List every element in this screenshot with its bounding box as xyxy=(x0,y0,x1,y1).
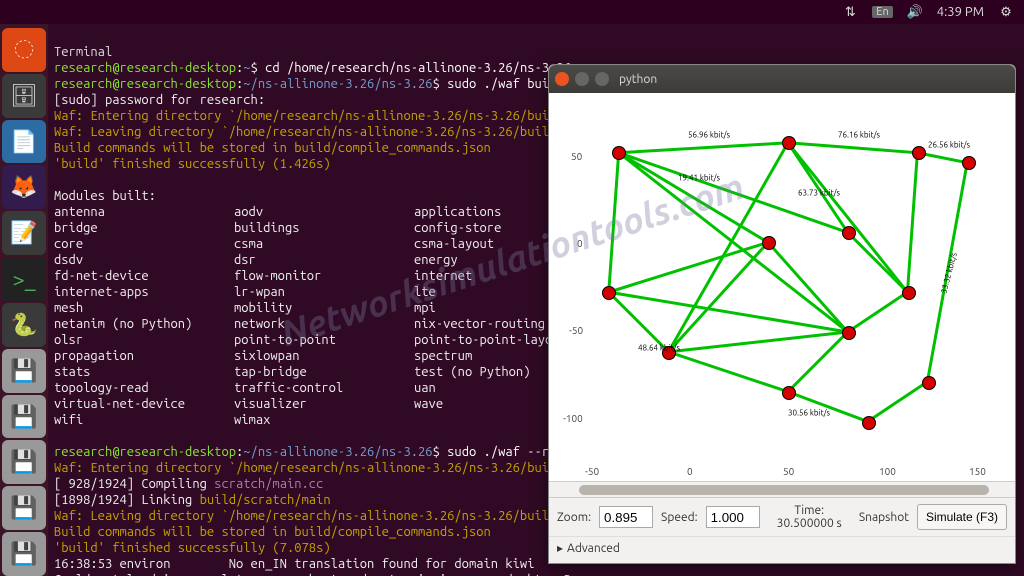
module-item: point-to-point xyxy=(234,332,414,348)
module-item: sixlowpan xyxy=(234,348,414,364)
module-item: stats xyxy=(54,364,234,380)
launcher-disk-1[interactable]: 💾 xyxy=(2,349,46,393)
simulate-button[interactable]: Simulate (F3) xyxy=(917,504,1007,530)
launcher: ◌ 🗄 📄 🦊 📝 >_ 🐍 💾 💾 💾 💾 💾 xyxy=(0,24,48,576)
axis-tick: 50 xyxy=(783,466,794,477)
launcher-disk-3[interactable]: 💾 xyxy=(2,440,46,484)
snapshot-label[interactable]: Snapshot xyxy=(859,511,909,524)
node[interactable] xyxy=(782,136,796,150)
module-item: flow-monitor xyxy=(234,268,414,284)
node[interactable] xyxy=(862,416,876,430)
edge-label: 26.56 kbit/s xyxy=(928,141,970,150)
axis-tick: 100 xyxy=(879,466,896,477)
module-item: dsr xyxy=(234,252,414,268)
clock[interactable]: 4:39 PM xyxy=(937,5,984,19)
module-item: csma xyxy=(234,236,414,252)
axis-tick: -50 xyxy=(569,325,583,336)
module-item: fd-net-device xyxy=(54,268,234,284)
launcher-writer[interactable]: 📄 xyxy=(2,120,46,164)
axis-tick: -100 xyxy=(563,413,583,424)
module-item: network xyxy=(234,316,414,332)
module-item: topology-read xyxy=(54,380,234,396)
module-item: propagation xyxy=(54,348,234,364)
module-item: internet-apps xyxy=(54,284,234,300)
gear-icon[interactable]: ⚙ xyxy=(998,4,1014,20)
volume-icon[interactable]: 🔊 xyxy=(907,4,923,20)
launcher-dash[interactable]: ◌ xyxy=(2,28,46,72)
module-item: visualizer xyxy=(234,396,414,412)
node[interactable] xyxy=(602,286,616,300)
minimize-icon[interactable] xyxy=(575,72,589,86)
axis-tick: 150 xyxy=(969,466,986,477)
module-item: tap-bridge xyxy=(234,364,414,380)
network-icon[interactable]: ⇅ xyxy=(842,4,858,20)
zoom-input[interactable] xyxy=(599,506,653,528)
advanced-expander[interactable]: ▸ Advanced xyxy=(549,536,1015,563)
edge-label: 76.16 kbit/s xyxy=(838,131,880,140)
node[interactable] xyxy=(612,146,626,160)
speed-input[interactable] xyxy=(706,506,760,528)
module-item: mobility xyxy=(234,300,414,316)
axis-tick: 0 xyxy=(577,238,583,249)
speed-label: Speed: xyxy=(661,511,698,524)
module-item: aodv xyxy=(234,204,414,220)
module-item: dsdv xyxy=(54,252,234,268)
launcher-gedit[interactable]: 📝 xyxy=(2,211,46,255)
viz-title: python xyxy=(619,73,657,86)
edge-label: 48.64 kbit/s xyxy=(638,344,680,353)
node[interactable] xyxy=(922,376,936,390)
terminal-title: Terminal xyxy=(54,45,112,59)
edge-label: 30.56 kbit/s xyxy=(788,409,830,418)
module-item: core xyxy=(54,236,234,252)
time-label: Time: 30.500000 s xyxy=(768,504,851,530)
maximize-icon[interactable] xyxy=(595,72,609,86)
module-item: bridge xyxy=(54,220,234,236)
edge-label: 19.41 kbit/s xyxy=(678,174,720,183)
module-item: wifi xyxy=(54,412,234,428)
viz-titlebar[interactable]: python xyxy=(549,65,1015,93)
node[interactable] xyxy=(912,146,926,160)
node[interactable] xyxy=(962,156,976,170)
module-item: olsr xyxy=(54,332,234,348)
launcher-terminal[interactable]: >_ xyxy=(2,257,46,301)
node[interactable] xyxy=(842,326,856,340)
viz-window: python xyxy=(548,64,1016,564)
close-icon[interactable] xyxy=(555,72,569,86)
module-item: lr-wpan xyxy=(234,284,414,300)
node[interactable] xyxy=(762,236,776,250)
module-item: mesh xyxy=(54,300,234,316)
node[interactable] xyxy=(842,226,856,240)
h-scrollbar[interactable] xyxy=(549,481,1015,497)
launcher-disk-4[interactable]: 💾 xyxy=(2,486,46,530)
launcher-python[interactable]: 🐍 xyxy=(2,303,46,347)
launcher-firefox[interactable]: 🦊 xyxy=(2,165,46,209)
axis-tick: 50 xyxy=(571,151,582,162)
launcher-files[interactable]: 🗄 xyxy=(2,74,46,118)
launcher-disk-5[interactable]: 💾 xyxy=(2,532,46,576)
module-item: wimax xyxy=(234,412,414,428)
module-item: virtual-net-device xyxy=(54,396,234,412)
scroll-thumb[interactable] xyxy=(579,485,989,495)
viz-canvas[interactable]: 56.96 kbit/s 76.16 kbit/s 26.56 kbit/s 1… xyxy=(549,93,1015,481)
axis-tick: -50 xyxy=(585,466,599,477)
ime-indicator[interactable]: En xyxy=(872,6,892,18)
module-item: antenna xyxy=(54,204,234,220)
module-item: netanim (no Python) xyxy=(54,316,234,332)
module-item: traffic-control xyxy=(234,380,414,396)
axis-tick: 0 xyxy=(687,466,693,477)
top-menu-bar: ⇅ En 🔊 4:39 PM ⚙ xyxy=(0,0,1024,24)
module-item: buildings xyxy=(234,220,414,236)
launcher-disk-2[interactable]: 💾 xyxy=(2,395,46,439)
chevron-right-icon: ▸ xyxy=(557,541,563,555)
node[interactable] xyxy=(902,286,916,300)
node[interactable] xyxy=(782,386,796,400)
edge-label: 63.73 kbit/s xyxy=(798,189,840,198)
zoom-label: Zoom: xyxy=(557,511,591,524)
advanced-label: Advanced xyxy=(567,542,620,555)
viz-controls: Zoom: Speed: Time: 30.500000 s Snapshot … xyxy=(549,497,1015,536)
edge-label: 56.96 kbit/s xyxy=(688,131,730,140)
